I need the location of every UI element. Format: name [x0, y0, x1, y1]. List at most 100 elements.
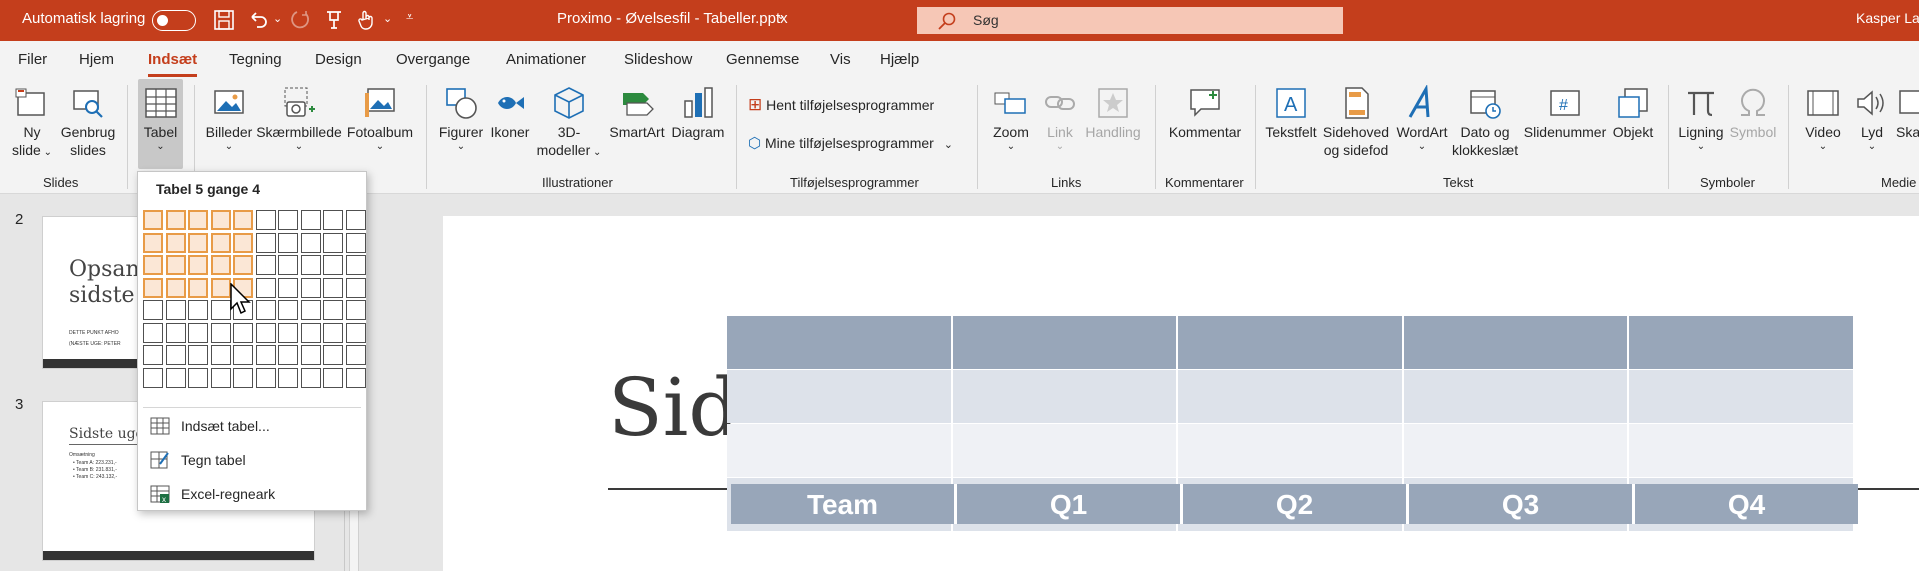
tab-animations[interactable]: Animationer: [506, 51, 586, 68]
action-button[interactable]: Handling: [1082, 79, 1144, 141]
header-footer-button[interactable]: Sidehoved og sidefod: [1320, 79, 1392, 159]
table-grid-cell[interactable]: [210, 210, 231, 230]
table-grid-cell[interactable]: [300, 367, 321, 388]
touch-dropdown-icon[interactable]: ⌄: [383, 12, 392, 25]
table-grid-cell[interactable]: [278, 367, 298, 388]
table-grid-cell[interactable]: [323, 367, 343, 388]
table-grid-cell[interactable]: [323, 345, 343, 365]
table-grid-cell[interactable]: [143, 300, 163, 320]
table-header-cell[interactable]: Q2: [1183, 484, 1409, 524]
symbol-button[interactable]: Symbol: [1728, 79, 1778, 141]
tab-slideshow[interactable]: Slideshow: [624, 51, 692, 68]
tab-help[interactable]: Hjælp: [880, 51, 919, 68]
table-grid-cell[interactable]: [165, 300, 186, 320]
audio-button[interactable]: Lyd ⌄: [1852, 79, 1892, 153]
table-grid-cell[interactable]: [300, 277, 321, 298]
title-chevron-down-icon[interactable]: ⌄: [776, 8, 786, 22]
images-button[interactable]: Billeder ⌄: [202, 79, 256, 153]
table-grid-cell[interactable]: [255, 322, 276, 343]
table-grid-cell[interactable]: [323, 277, 343, 298]
tab-view[interactable]: Vis: [830, 51, 851, 68]
table-header-cell[interactable]: Q3: [1409, 484, 1635, 524]
textbox-button[interactable]: A Tekstfelt: [1262, 79, 1320, 141]
table-grid-cell[interactable]: [323, 300, 343, 320]
zoom-button[interactable]: Zoom ⌄: [986, 79, 1036, 153]
icons-button[interactable]: Ikoner: [488, 79, 532, 141]
slide-canvas[interactable]: Sid Team Q1 Q2 Q3 Q4: [443, 216, 1919, 571]
table-grid-cell[interactable]: [278, 300, 298, 320]
user-name[interactable]: Kasper Lar: [1856, 10, 1919, 26]
table-grid-cell[interactable]: [255, 300, 276, 320]
table-grid-cell[interactable]: [345, 367, 366, 388]
table-grid-cell[interactable]: [188, 345, 208, 365]
smartart-button[interactable]: SmartArt: [607, 79, 667, 141]
table-grid-cell[interactable]: [210, 277, 231, 298]
table-grid-cell[interactable]: [345, 345, 366, 365]
tab-transitions[interactable]: Overgange: [396, 51, 470, 68]
table-grid-cell[interactable]: [300, 210, 321, 230]
table-grid-cell[interactable]: [165, 367, 186, 388]
table-grid-cell[interactable]: [278, 255, 298, 275]
table-grid-cell[interactable]: [255, 345, 276, 365]
table-grid-cell[interactable]: [165, 232, 186, 253]
table-grid-cell[interactable]: [300, 345, 321, 365]
table-grid-cell[interactable]: [165, 210, 186, 230]
reuse-slides-button[interactable]: Genbrug slides: [58, 79, 118, 159]
tab-file[interactable]: Filer: [18, 51, 47, 68]
tab-design[interactable]: Design: [315, 51, 362, 68]
table-grid-cell[interactable]: [233, 367, 253, 388]
new-slide-button[interactable]: Ny slide ⌄: [6, 79, 58, 162]
table-grid-cell[interactable]: [345, 322, 366, 343]
presenter-icon[interactable]: [322, 8, 346, 32]
search-box[interactable]: Søg: [917, 7, 1343, 34]
3d-models-button[interactable]: 3D- modeller ⌄: [535, 79, 603, 162]
undo-dropdown-icon[interactable]: ⌄: [273, 12, 282, 25]
table-grid-cell[interactable]: [345, 210, 366, 230]
object-button[interactable]: Objekt: [1610, 79, 1656, 141]
table-grid-cell[interactable]: [210, 367, 231, 388]
table-grid-cell[interactable]: [300, 232, 321, 253]
table-grid-cell[interactable]: [255, 255, 276, 275]
file-title[interactable]: Proximo - Øvelsesfil - Tabeller.pptx: [557, 10, 788, 27]
table-grid-cell[interactable]: [233, 345, 253, 365]
table-grid-cell[interactable]: [143, 345, 163, 365]
table-grid-cell[interactable]: [188, 277, 208, 298]
table-grid-cell[interactable]: [345, 277, 366, 298]
save-icon[interactable]: [212, 8, 236, 32]
table-grid-cell[interactable]: [323, 255, 343, 275]
table-grid-cell[interactable]: [210, 345, 231, 365]
table-grid-cell[interactable]: [188, 210, 208, 230]
table-grid-cell[interactable]: [143, 232, 163, 253]
equation-button[interactable]: Ligning ⌄: [1674, 79, 1728, 153]
table-grid-cell[interactable]: [143, 210, 163, 230]
comment-button[interactable]: Kommentar: [1164, 79, 1246, 141]
table-grid-cell[interactable]: [345, 232, 366, 253]
table-grid-cell[interactable]: [165, 255, 186, 275]
screen-recording-button[interactable]: Ska: [1896, 79, 1919, 141]
table-grid-cell[interactable]: [233, 232, 253, 253]
table-grid-cell[interactable]: [188, 322, 208, 343]
slide-number-button[interactable]: # Slidenummer: [1520, 79, 1610, 141]
table-grid-cell[interactable]: [278, 345, 298, 365]
table-grid-cell[interactable]: [165, 277, 186, 298]
table-grid-cell[interactable]: [278, 232, 298, 253]
table-grid-cell[interactable]: [143, 322, 163, 343]
table-button[interactable]: Tabel ⌄: [138, 79, 183, 169]
table-grid-cell[interactable]: [300, 322, 321, 343]
tab-review[interactable]: Gennemse: [726, 51, 799, 68]
date-time-button[interactable]: Dato og klokkeslæt: [1452, 79, 1518, 159]
tab-home[interactable]: Hjem: [79, 51, 114, 68]
table-grid-cell[interactable]: [255, 232, 276, 253]
table-grid-cell[interactable]: [143, 367, 163, 388]
table-grid-cell[interactable]: [300, 255, 321, 275]
table-grid-cell[interactable]: [233, 322, 253, 343]
table-grid-cell[interactable]: [165, 345, 186, 365]
table-grid-cell[interactable]: [165, 322, 186, 343]
video-button[interactable]: Video ⌄: [1798, 79, 1848, 153]
table-grid-cell[interactable]: [278, 322, 298, 343]
table-grid-cell[interactable]: [345, 300, 366, 320]
slide-title[interactable]: Sid: [608, 361, 740, 454]
autosave-toggle[interactable]: [152, 10, 196, 31]
table-grid-cell[interactable]: [188, 255, 208, 275]
wordart-button[interactable]: WordArt ⌄: [1392, 79, 1452, 153]
